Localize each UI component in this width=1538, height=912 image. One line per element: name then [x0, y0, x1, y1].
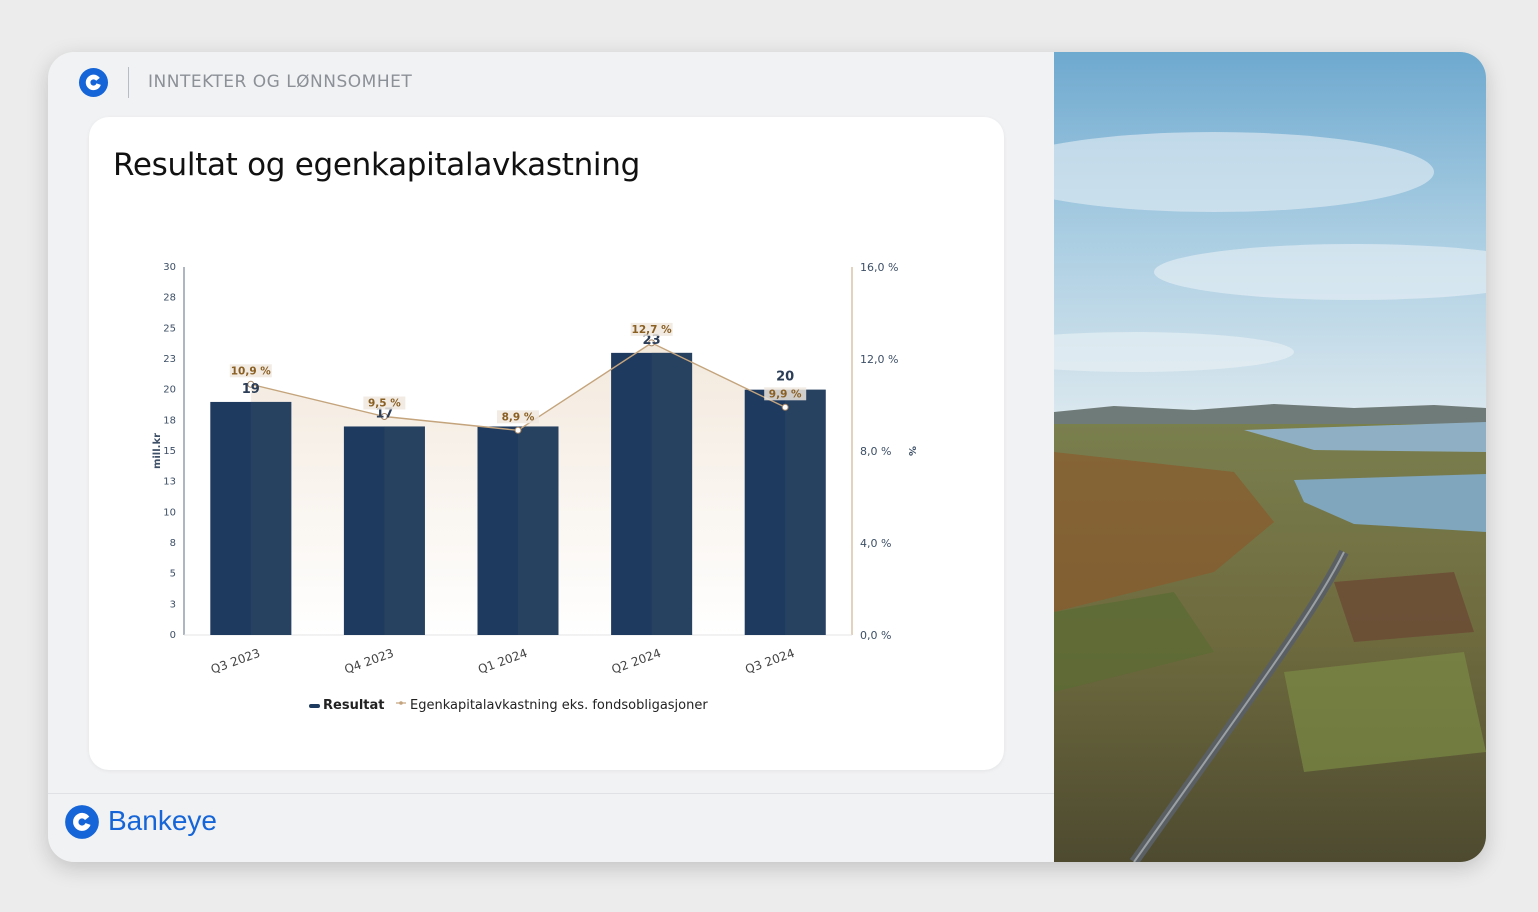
chart: 0 3 5 8 10 13 15 18 20 23 25 28 30 0,0 % 4,0 % 8,0 % 12,…	[152, 261, 917, 713]
right-tick-label: 4,0 %	[860, 537, 891, 550]
y2-axis-label: %	[906, 446, 917, 456]
roe-point	[514, 426, 522, 434]
bankeye-logo-icon	[78, 67, 109, 98]
right-tick-label: 8,0 %	[860, 445, 891, 458]
roe-value-label: 12,7 %	[632, 324, 673, 336]
left-tick-label: 8	[170, 538, 176, 549]
bar-shade	[384, 426, 425, 635]
left-tick-label: 3	[170, 599, 176, 610]
roe-point	[781, 403, 789, 411]
roe-value-label: 10,9 %	[231, 365, 272, 377]
header-divider	[128, 67, 129, 98]
left-tick-label: 10	[163, 507, 176, 518]
right-tick-label: 12,0 %	[860, 353, 898, 366]
left-tick-label: 18	[163, 415, 176, 426]
legend-label-resultat: Resultat	[323, 698, 384, 713]
left-tick-label: 23	[163, 354, 176, 365]
left-tick-label: 20	[163, 385, 176, 396]
bankeye-footer-logo-icon	[65, 805, 99, 839]
bar-value-label: 19	[242, 382, 260, 397]
category-label: Q1 2024	[476, 646, 529, 677]
landscape-photo	[1054, 52, 1486, 862]
header: INNTEKTER OG LØNNSOMHET	[48, 52, 1054, 112]
chart-card: Resultat og egenkapitalavkastning 0 3 5 8 10…	[89, 117, 1004, 770]
bar-value-label: 20	[776, 370, 794, 385]
bar-shade	[250, 401, 292, 635]
bar-shade	[651, 352, 693, 635]
legend-line-dot	[399, 701, 403, 705]
left-tick-label: 0	[170, 630, 176, 641]
right-tick-label: 16,0 %	[860, 261, 898, 274]
left-tick-label: 30	[163, 262, 176, 273]
bar-shade	[785, 389, 826, 635]
roe-value-label: 9,9 %	[769, 388, 802, 400]
slide: INNTEKTER OG LØNNSOMHET Resultat og egen…	[48, 52, 1486, 862]
category-label: Q2 2024	[610, 646, 663, 677]
bar-shade	[518, 426, 559, 635]
roe-value-label: 9,5 %	[368, 398, 401, 410]
right-tick-label: 0,0 %	[860, 629, 891, 642]
roe-value-label: 8,9 %	[502, 411, 535, 423]
landscape-image	[1054, 52, 1486, 862]
left-tick-label: 25	[163, 323, 176, 334]
section-title: INNTEKTER OG LØNNSOMHET	[148, 72, 413, 92]
legend-bar-swatch	[309, 704, 320, 708]
brand-name: Bankeye	[108, 805, 217, 836]
left-tick-label: 5	[170, 569, 176, 580]
category-label: Q3 2023	[209, 646, 262, 677]
y-axis-label: mill.kr	[152, 433, 163, 469]
category-label: Q3 2024	[743, 646, 796, 677]
footer-divider	[48, 793, 1054, 794]
left-tick-label: 15	[163, 446, 176, 457]
left-tick-label: 28	[163, 293, 176, 304]
category-label: Q4 2023	[342, 646, 395, 677]
left-tick-label: 13	[163, 477, 176, 488]
legend-label-roe: Egenkapitalavkastning eks. fondsobligasj…	[410, 698, 708, 713]
